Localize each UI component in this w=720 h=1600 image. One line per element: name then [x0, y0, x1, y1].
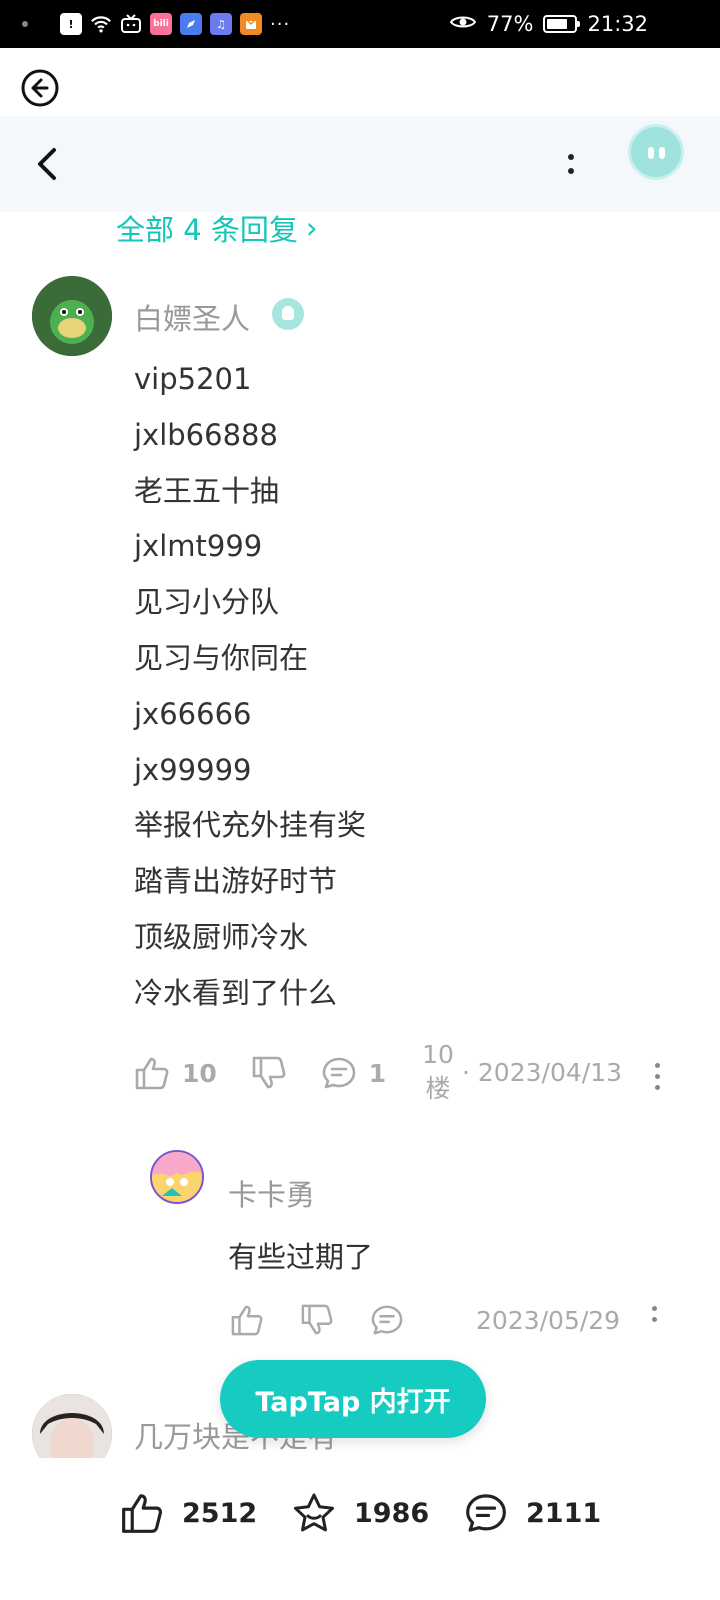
- floor-unit: 楼: [425, 1074, 451, 1103]
- comment-more-icon[interactable]: [651, 1063, 663, 1090]
- circle-back-icon[interactable]: [20, 68, 60, 108]
- status-bar-left: ! bili ♫ ···: [22, 0, 290, 48]
- thumbs-up-icon: [135, 1057, 169, 1090]
- open-in-taptap-button[interactable]: TapTap 内打开: [220, 1360, 486, 1438]
- comment-date: · 2023/04/13: [462, 1058, 622, 1087]
- comment-content: vip5201 jxlb66888 老王五十抽 jxlmt999 见习小分队见习与你同在…: [134, 352, 654, 1022]
- user-avatar[interactable]: [628, 124, 684, 180]
- comment-actions: 10 1: [134, 1056, 386, 1090]
- comment-line: 老王五十抽: [134, 473, 280, 508]
- reply-dislike-button[interactable]: [300, 1304, 334, 1336]
- thumbs-up-icon: [231, 1305, 263, 1336]
- thumbs-down-icon: [301, 1304, 333, 1335]
- comment-bubble-icon: [322, 1057, 356, 1089]
- floor-number: 10 楼: [420, 1038, 456, 1106]
- back-chevron-icon[interactable]: [32, 144, 62, 184]
- comment-line: 见习小分队: [134, 585, 280, 620]
- comment-line: 顶级厨师冷水: [134, 919, 309, 954]
- reply-username[interactable]: 卡卡勇: [228, 1172, 315, 1214]
- more-notifications-icon: ···: [270, 13, 291, 35]
- bilibili-app-icon: bili: [150, 13, 172, 35]
- thumbs-up-icon: [122, 1494, 163, 1533]
- bottom-action-bar: 2512 1986 2111: [0, 1458, 720, 1600]
- box-app-icon: [240, 13, 262, 35]
- bottom-favorite-button[interactable]: 1986: [292, 1492, 429, 1534]
- comment-line: jx66666: [134, 696, 252, 731]
- reply-date: 2023/05/29: [476, 1306, 621, 1335]
- comment-like-count: 10: [182, 1058, 217, 1088]
- notification-dot: [22, 21, 28, 27]
- comment-dislike-button[interactable]: [251, 1056, 287, 1090]
- eye-comfort-icon: [449, 12, 477, 36]
- battery-percent: 77%: [486, 12, 534, 36]
- comment-line: 踏青出游好时节: [134, 864, 338, 899]
- comment-user-avatar[interactable]: [32, 276, 112, 356]
- comment-like-button[interactable]: 10: [134, 1056, 217, 1090]
- comment-line: 举报代充外挂有奖: [134, 808, 367, 843]
- alert-app-icon: !: [60, 13, 82, 35]
- music-app-icon: ♫: [210, 13, 232, 35]
- floor-value: 10: [422, 1040, 454, 1069]
- thumbs-down-icon: [252, 1056, 286, 1089]
- all-replies-link[interactable]: 全部 4 条回复 ›: [116, 208, 318, 248]
- reply-text: 有些过期了: [228, 1240, 374, 1274]
- status-bar: ! bili ♫ ··· 77% 21:32: [0, 0, 720, 48]
- bottom-like-count: 2512: [182, 1497, 258, 1529]
- comment-line: jxlb66888: [134, 417, 278, 452]
- status-bar-right: 77% 21:32: [449, 0, 648, 48]
- top-bar: [0, 48, 720, 116]
- comment-line: jx99999: [134, 752, 252, 787]
- comment-username[interactable]: 白嫖圣人: [134, 296, 250, 338]
- reply-like-button[interactable]: [230, 1304, 264, 1336]
- more-menu-icon[interactable]: [560, 146, 582, 182]
- bottom-comment-button[interactable]: 2111: [464, 1492, 601, 1534]
- reply-actions: [230, 1304, 404, 1336]
- compass-app-icon: [180, 13, 202, 35]
- all-replies-label: 全部 4 条回复: [116, 213, 298, 247]
- star-icon: [294, 1493, 334, 1532]
- wifi-icon: [90, 13, 112, 35]
- battery-fill: [547, 19, 568, 29]
- battery-icon: [543, 15, 581, 33]
- page-header: [0, 116, 720, 212]
- comment-reply-count: 1: [368, 1058, 387, 1088]
- user-badge-icon: [272, 298, 304, 330]
- reply-user-avatar[interactable]: [150, 1150, 204, 1204]
- bottom-comment-count: 2111: [526, 1497, 602, 1529]
- chevron-right-icon: ›: [305, 211, 318, 245]
- comment-reply-button[interactable]: 1: [321, 1056, 386, 1090]
- comment-line: vip5201: [134, 362, 252, 396]
- comment-line: jxlmt999: [134, 529, 263, 564]
- comment-bubble-icon: [371, 1305, 403, 1335]
- reply-reply-button[interactable]: [370, 1304, 404, 1336]
- tv-app-icon: [120, 13, 142, 35]
- reply-more-icon[interactable]: [648, 1306, 660, 1322]
- bottom-favorite-count: 1986: [354, 1497, 430, 1529]
- comment-bubble-icon: [466, 1494, 506, 1532]
- comment-line: 见习与你同在: [134, 640, 309, 675]
- bottom-like-button[interactable]: 2512: [120, 1492, 257, 1534]
- comment-line: 冷水看到了什么: [134, 975, 338, 1010]
- clock: 21:32: [587, 12, 648, 36]
